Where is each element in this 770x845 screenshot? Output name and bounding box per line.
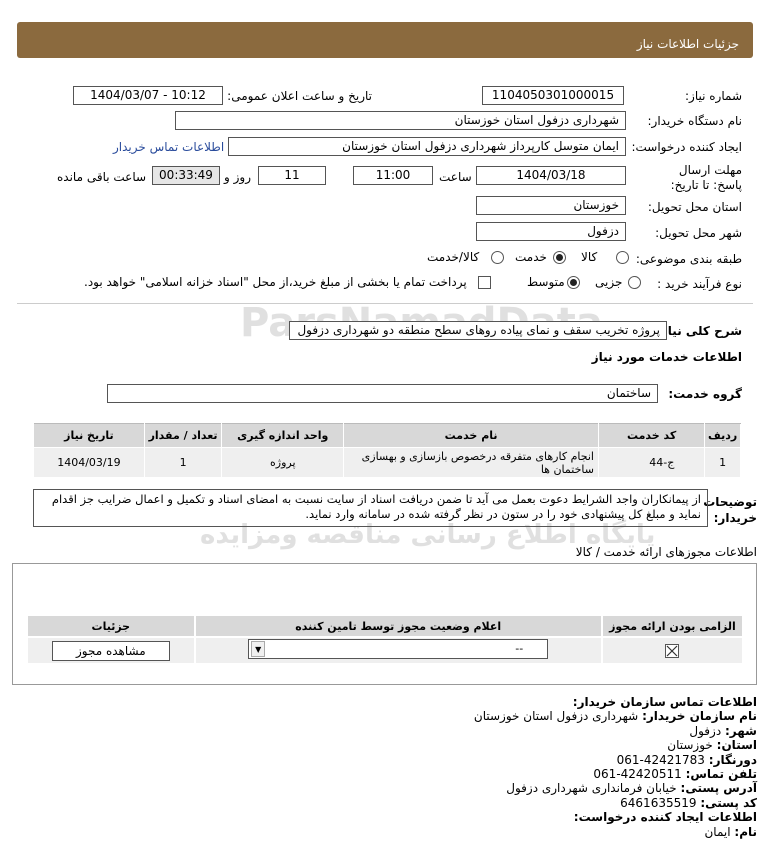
col-license-details: جزئیات [26, 614, 196, 638]
deadline-date-field: 1404/03/18 [476, 166, 626, 185]
page-header: جزئیات اطلاعات نیاز [17, 22, 753, 58]
col-row: ردیف [704, 423, 741, 448]
remaining-time-field: 00:33:49 [152, 166, 220, 185]
process-option-minor: جزیی [595, 275, 623, 289]
cell-unit: پروژه [221, 447, 345, 478]
process-label: نوع فرآیند خرید : [657, 277, 742, 291]
cell-qty: 1 [143, 447, 223, 478]
announce-field: 1404/03/07 - 10:12 [73, 86, 223, 105]
table-row: 1 ج-44 انجام کارهای متفرقه درخصوص بازساز… [33, 447, 741, 478]
contact-phone-label: تلفن تماس: [685, 767, 757, 782]
col-license-status: اعلام وضعیت مجوز توسط تامین کننده [193, 614, 603, 638]
need-number-label: شماره نیاز: [685, 89, 742, 103]
creator-name-value: ایمان [704, 824, 731, 839]
deadline-time-label: ساعت [439, 170, 472, 184]
view-license-button[interactable]: مشاهده مجوز [51, 640, 170, 661]
license-details-cell: مشاهده مجوز [26, 636, 196, 665]
creator-name-label: نام: [734, 824, 757, 839]
col-code: کد خدمت [597, 423, 706, 448]
contact-org-value: شهرداری دزفول استان خوزستان [473, 709, 639, 724]
col-license-required: الزامی بودن ارائه مجوز [600, 614, 745, 638]
contact-province-label: استان: [716, 738, 757, 753]
category-radio-goods[interactable] [616, 251, 629, 264]
services-table: ردیف کد خدمت نام خدمت واحد اندازه گیری ت… [33, 423, 741, 478]
contact-address-value: خیابان فرمانداری شهرداری دزفول [506, 781, 677, 796]
service-group-label: گروه خدمت: [668, 387, 742, 401]
services-header-row: ردیف کد خدمت نام خدمت واحد اندازه گیری ت… [33, 423, 741, 448]
contact-province-value: خوزستان [667, 738, 713, 753]
licenses-title: اطلاعات مجوزهای ارائه خدمت / کالا [575, 545, 757, 559]
category-radio-service[interactable] [553, 251, 566, 264]
province-field: خوزستان [476, 196, 626, 215]
license-status-value: -- [515, 642, 524, 655]
buyer-notes-text: از پیمانکاران واجد الشرایط دعوت بعمل می … [33, 489, 708, 527]
cell-code: ج-44 [597, 447, 706, 478]
category-option-goods: کالا [581, 250, 598, 264]
buyer-label: نام دستگاه خریدار: [647, 114, 743, 128]
checked-box-icon [665, 643, 680, 658]
contact-phone-value: 42420511-061 [593, 767, 682, 782]
buyer-field: شهرداری دزفول استان خوزستان [175, 111, 626, 130]
creator-field: ایمان متوسل کارپرداز شهرداری دزفول استان… [228, 137, 626, 156]
table-row: ▼ -- مشاهده مجوز [26, 636, 745, 665]
creator-info-title: اطلاعات ایجاد کننده درخواست: [573, 810, 757, 825]
city-field: دزفول [476, 222, 626, 241]
col-date: تاریخ نیاز [33, 423, 145, 448]
summary-label: شرح کلی نیاز: [656, 324, 742, 338]
buyer-contact-link[interactable]: اطلاعات تماس خریدار [113, 140, 224, 154]
contact-title: اطلاعات تماس سازمان خریدار: [572, 695, 757, 709]
announce-label: تاریخ و ساعت اعلان عمومی: [227, 89, 372, 103]
category-radio-goods-service[interactable] [491, 251, 504, 264]
contact-city-value: دزفول [689, 723, 722, 738]
contact-org-label: نام سازمان خریدار: [642, 709, 757, 724]
payment-note: پرداخت تمام یا بخشی از مبلغ خرید،از محل … [84, 275, 467, 289]
contact-postal-label: کد پستی: [700, 795, 757, 810]
licenses-header-row: الزامی بودن ارائه مجوز اعلام وضعیت مجوز … [26, 614, 745, 638]
license-status-select[interactable]: ▼ -- [248, 639, 549, 659]
cell-date: 1404/03/19 [33, 447, 145, 478]
contact-address-label: آدرس پستی: [680, 781, 757, 796]
days-label: روز و [224, 170, 251, 184]
license-required-cell [600, 636, 745, 665]
chevron-down-icon[interactable]: ▼ [251, 641, 266, 657]
city-label: شهر محل تحویل: [655, 226, 742, 240]
contact-postal-value: 6461635519 [620, 795, 697, 810]
process-radio-minor[interactable] [628, 276, 641, 289]
province-label: استان محل تحویل: [647, 200, 742, 214]
cell-row: 1 [704, 447, 741, 478]
deadline-time-field: 11:00 [353, 166, 433, 185]
contact-fax-label: دورنگار: [708, 752, 757, 767]
page-title: جزئیات اطلاعات نیاز [636, 37, 739, 51]
col-qty: تعداد / مقدار [143, 423, 223, 448]
category-option-goods-service: کالا/خدمت [427, 250, 480, 264]
divider [17, 303, 753, 304]
col-unit: واحد اندازه گیری [221, 423, 345, 448]
process-radio-medium[interactable] [567, 276, 580, 289]
service-group-field: ساختمان [107, 384, 658, 403]
licenses-table: الزامی بودن ارائه مجوز اعلام وضعیت مجوز … [26, 614, 745, 665]
contact-fax-value: 42421783-061 [616, 752, 705, 767]
need-number-field: 1104050301000015 [482, 86, 624, 105]
days-field: 11 [258, 166, 326, 185]
remaining-label: ساعت باقی مانده [57, 170, 147, 184]
deadline-label: مهلت ارسال پاسخ: تا تاریخ: [670, 163, 742, 192]
process-option-medium: متوسط [527, 275, 565, 289]
summary-field: پروژه تخریب سقف و نمای پیاده روهای سطح م… [289, 321, 667, 340]
col-name: نام خدمت [343, 423, 599, 448]
license-status-cell: ▼ -- [193, 636, 603, 665]
contact-section: اطلاعات تماس سازمان خریدار: نام سازمان خ… [474, 695, 757, 839]
cell-name: انجام کارهای متفرقه درخصوص بازسازی و بهس… [343, 447, 599, 478]
treasury-payment-checkbox[interactable] [478, 276, 491, 289]
category-label: طبقه بندی موضوعی: [635, 252, 742, 266]
creator-label: ایجاد کننده درخواست: [631, 140, 742, 154]
services-section-title: اطلاعات خدمات مورد نیاز [591, 350, 742, 364]
contact-city-label: شهر: [725, 723, 757, 738]
buyer-notes-label: توضیحات خریدار: [703, 495, 757, 525]
category-option-service: خدمت [515, 250, 547, 264]
